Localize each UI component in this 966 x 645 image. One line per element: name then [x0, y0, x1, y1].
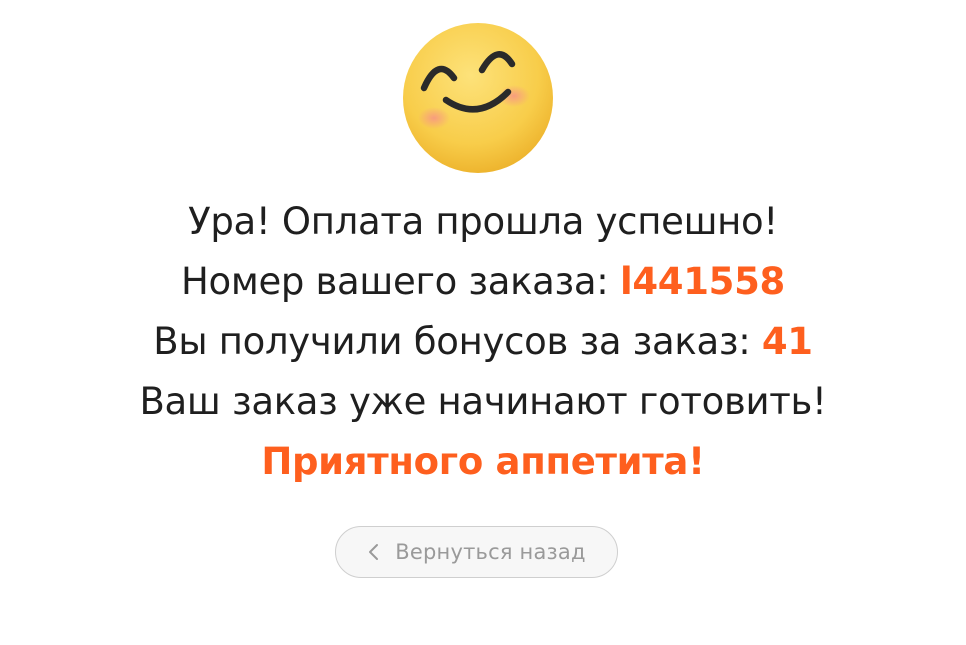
- bonus-value: 41: [761, 320, 813, 363]
- bonus-line: Вы получили бонусов за заказ: 41: [0, 312, 966, 372]
- order-number-label: Номер вашего заказа:: [180, 260, 609, 303]
- order-success-page: Ура! Оплата прошла успешно! Номер вашего…: [0, 0, 966, 645]
- smiling-face-icon: [403, 23, 553, 173]
- order-number-value: l441558: [619, 260, 786, 303]
- payment-success-text: Ура! Оплата прошла успешно!: [188, 200, 778, 243]
- bon-appetit-text: Приятного аппетита!: [261, 440, 705, 483]
- chevron-left-icon: [369, 544, 379, 560]
- order-preparing-text: Ваш заказ уже начинают готовить!: [139, 380, 827, 423]
- back-button-label: Вернуться назад: [395, 540, 586, 564]
- order-number-line: Номер вашего заказа: l441558: [0, 252, 966, 312]
- bonus-label: Вы получили бонусов за заказ:: [153, 320, 751, 363]
- back-button[interactable]: Вернуться назад: [335, 526, 618, 578]
- success-message: Ура! Оплата прошла успешно! Номер вашего…: [0, 192, 966, 492]
